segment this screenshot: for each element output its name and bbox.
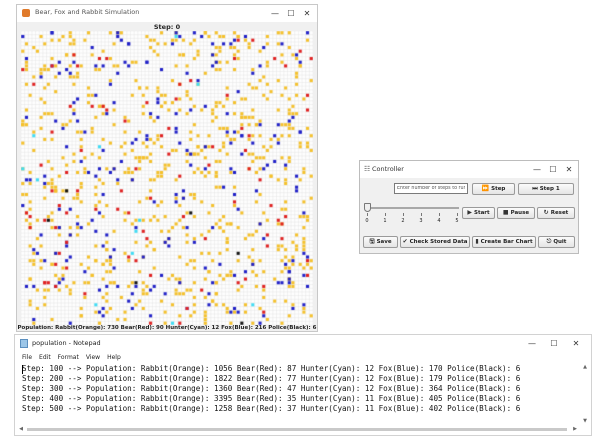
slider-tick-label: 5 [455, 218, 459, 224]
scroll-right-icon[interactable]: ▶ [571, 426, 579, 432]
checkmark-icon: ✔ [402, 238, 408, 245]
controller-window: ☷ Controller — ☐ ✕ ⏩ Step ⏭ Step 1 0 1 2… [359, 160, 579, 254]
text-line: Step: 200 --> Population: Rabbit(Orange)… [22, 374, 521, 383]
text-caret [22, 365, 23, 374]
slider-tick-label: 4 [437, 218, 441, 224]
vertical-scrollbar[interactable]: ▲ ▼ [581, 364, 589, 424]
start-button-label: Start [473, 210, 490, 216]
text-line: Step: 100 --> Population: Rabbit(Orange)… [22, 364, 521, 373]
text-line: Step: 400 --> Population: Rabbit(Orange)… [22, 394, 521, 403]
slider-tick [385, 213, 386, 216]
menu-help[interactable]: Help [107, 352, 121, 363]
text-line: Step: 300 --> Population: Rabbit(Orange)… [22, 384, 521, 393]
maximize-button[interactable]: ☐ [283, 5, 299, 22]
slider-tick-label: 0 [365, 218, 369, 224]
notepad-menubar: File Edit Format View Help [15, 352, 591, 363]
slider-tick [439, 213, 440, 216]
notepad-window-title: population - Notepad [32, 339, 101, 347]
simulation-field-grid [21, 31, 313, 325]
menu-file[interactable]: File [22, 352, 32, 363]
horizontal-scrollbar[interactable]: ◀ ▶ [15, 425, 591, 434]
exit-icon: ⎋ [546, 238, 552, 245]
create-bar-chart-button[interactable]: ▮ Create Bar Chart [472, 236, 536, 248]
horizontal-scroll-thumb[interactable] [27, 428, 567, 431]
menu-view[interactable]: View [86, 352, 100, 363]
slider-tick-label: 3 [419, 218, 423, 224]
check-stored-data-button[interactable]: ✔ Check Stored Data [400, 236, 470, 248]
bar-chart-icon: ▮ [475, 238, 479, 245]
java-app-icon [22, 9, 30, 17]
simulation-titlebar[interactable]: Bear, Fox and Rabbit Simulation — ☐ ✕ [17, 5, 317, 22]
close-button[interactable]: ✕ [565, 335, 587, 352]
text-line: Step: 500 --> Population: Rabbit(Orange)… [22, 404, 521, 413]
slider-tick [421, 213, 422, 216]
save-button-label: Save [376, 239, 392, 245]
step-speed-slider-thumb[interactable] [364, 203, 371, 212]
quit-button-label: Quit [553, 239, 567, 245]
start-button[interactable]: ▶ Start [462, 207, 495, 219]
minimize-button[interactable]: — [267, 5, 283, 22]
slider-tick [403, 213, 404, 216]
notepad-titlebar[interactable]: population - Notepad — ☐ ✕ [15, 335, 591, 352]
slider-tick [367, 213, 368, 216]
skip-forward-icon: ⏭ [532, 185, 538, 192]
step-counter: Step: 0 [153, 23, 181, 31]
reset-button-label: Reset [550, 210, 569, 216]
check-stored-data-label: Check Stored Data [409, 239, 468, 245]
notepad-text-area[interactable]: Step: 100 --> Population: Rabbit(Orange)… [22, 364, 576, 424]
scroll-down-icon[interactable]: ▼ [581, 418, 589, 424]
maximize-button[interactable]: ☐ [545, 161, 561, 178]
close-button[interactable]: ✕ [561, 161, 577, 178]
fast-forward-icon: ⏩ [481, 185, 490, 192]
step-button[interactable]: ⏩ Step [472, 183, 515, 195]
population-summary: Population: Rabbit(Orange): 730 Bear(Red… [17, 325, 317, 331]
notepad-icon [20, 339, 28, 348]
controller-titlebar[interactable]: ☷ Controller — ☐ ✕ [360, 161, 578, 178]
pause-icon: ■ [502, 209, 509, 216]
menu-format[interactable]: Format [58, 352, 79, 363]
save-button[interactable]: 🖫 Save [363, 236, 398, 248]
close-button[interactable]: ✕ [299, 5, 315, 22]
controller-window-title: Controller [372, 165, 404, 173]
quit-button[interactable]: ⎋ Quit [538, 236, 575, 248]
pause-button-label: Pause [510, 210, 530, 216]
simulation-window: Bear, Fox and Rabbit Simulation — ☐ ✕ St… [16, 4, 318, 332]
steps-input[interactable] [394, 183, 468, 194]
scroll-up-icon[interactable]: ▲ [581, 364, 589, 370]
pause-button[interactable]: ■ Pause [497, 207, 535, 219]
grip-icon: ☷ [364, 165, 371, 173]
create-bar-chart-label: Create Bar Chart [480, 239, 533, 245]
step-1-button-label: Step 1 [539, 186, 560, 192]
simulation-window-title: Bear, Fox and Rabbit Simulation [35, 8, 140, 16]
slider-tick-label: 2 [401, 218, 405, 224]
refresh-icon: ↻ [543, 209, 549, 216]
reset-button[interactable]: ↻ Reset [537, 207, 575, 219]
slider-tick-label: 1 [383, 218, 387, 224]
scroll-left-icon[interactable]: ◀ [17, 426, 25, 432]
minimize-button[interactable]: — [521, 335, 543, 352]
notepad-window: population - Notepad — ☐ ✕ File Edit For… [14, 334, 592, 436]
maximize-button[interactable]: ☐ [543, 335, 565, 352]
save-icon: 🖫 [369, 238, 375, 245]
step-button-label: Step [491, 186, 506, 192]
play-icon: ▶ [467, 209, 472, 216]
slider-tick [457, 213, 458, 216]
step-speed-slider-track[interactable] [367, 207, 459, 209]
step-1-button[interactable]: ⏭ Step 1 [518, 183, 574, 195]
menu-edit[interactable]: Edit [39, 352, 51, 363]
minimize-button[interactable]: — [529, 161, 545, 178]
